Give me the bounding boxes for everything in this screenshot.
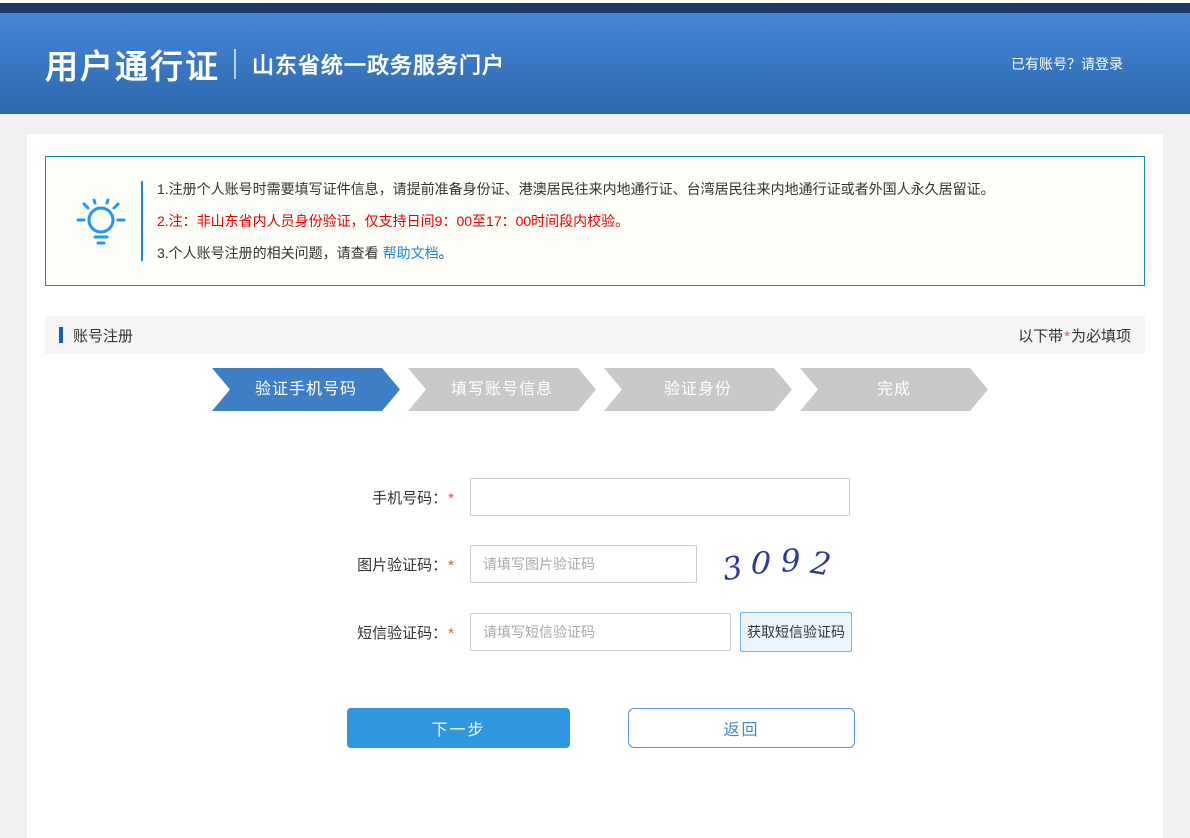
back-button[interactable]: 返回 — [628, 708, 855, 748]
phone-label-text: 手机号码： — [372, 490, 447, 507]
top-navy-bar — [0, 3, 1190, 13]
portal-title: 山东省统一政务服务门户 — [252, 48, 505, 80]
step-verify-phone: 验证手机号码 — [212, 368, 400, 411]
sms-code-label: 短信验证码：* — [27, 622, 455, 643]
image-code-row: 图片验证码：* 3092 — [27, 545, 1163, 583]
notice-line-3-text: 3.个人账号注册的相关问题，请查看 — [157, 245, 383, 261]
image-code-required-star: * — [448, 557, 454, 574]
step-complete: 完成 — [800, 368, 988, 411]
image-code-label: 图片验证码：* — [27, 554, 455, 575]
section-marker — [59, 327, 63, 343]
sms-code-required-star: * — [448, 625, 454, 642]
lightbulb-icon — [61, 193, 141, 249]
required-note-star: * — [1064, 328, 1070, 345]
required-note-suffix: 为必填项 — [1071, 328, 1131, 345]
sms-code-label-text: 短信验证码： — [357, 625, 447, 642]
login-link[interactable]: 已有账号？请登录 — [1011, 54, 1123, 74]
captcha-image[interactable]: 3092 — [713, 546, 849, 582]
content-card: 1.注册个人账号时需要填写证件信息，请提前准备身份证、港澳居民往来内地通行证、台… — [27, 134, 1163, 838]
notice-line-2: 2.注：非山东省内人员身份验证，仅支持日间9：00至17：00时间段内校验。 — [157, 205, 995, 237]
required-note: 以下带*为必填项 — [1018, 325, 1131, 346]
header: 用户通行证 山东省统一政务服务门户 已有账号？请登录 — [0, 13, 1190, 114]
help-doc-link[interactable]: 帮助文档 — [383, 245, 439, 261]
notice-line-3-period: 。 — [439, 245, 453, 261]
notice-box: 1.注册个人账号时需要填写证件信息，请提前准备身份证、港澳居民往来内地通行证、台… — [45, 156, 1145, 286]
section-title-group: 账号注册 — [59, 325, 133, 346]
next-step-button[interactable]: 下一步 — [347, 708, 570, 748]
get-sms-code-button[interactable]: 获取短信验证码 — [740, 612, 852, 652]
page: 用户通行证 山东省统一政务服务门户 已有账号？请登录 — [0, 0, 1190, 838]
required-note-prefix: 以下带 — [1018, 328, 1063, 345]
image-code-label-text: 图片验证码： — [357, 557, 447, 574]
form-actions: 下一步 返回 — [27, 708, 1163, 748]
notice-text: 1.注册个人账号时需要填写证件信息，请提前准备身份证、港澳居民往来内地通行证、台… — [157, 173, 995, 269]
sms-code-row: 短信验证码：* 获取短信验证码 — [27, 612, 1163, 652]
header-gap — [0, 114, 1190, 134]
notice-line-3: 3.个人账号注册的相关问题，请查看 帮助文档。 — [157, 237, 995, 269]
brand-divider — [234, 49, 236, 79]
brand-title: 用户通行证 — [45, 40, 220, 88]
notice-line-1: 1.注册个人账号时需要填写证件信息，请提前准备身份证、港澳居民往来内地通行证、台… — [157, 173, 995, 205]
step-verify-identity: 验证身份 — [604, 368, 792, 411]
image-code-input[interactable] — [470, 545, 697, 583]
section-header: 账号注册 以下带*为必填项 — [45, 316, 1145, 354]
phone-label: 手机号码：* — [27, 487, 455, 508]
step-wizard: 验证手机号码 填写账号信息 验证身份 完成 — [27, 368, 1163, 411]
phone-required-star: * — [448, 490, 454, 507]
section-title: 账号注册 — [73, 325, 133, 346]
phone-row: 手机号码：* — [27, 478, 1163, 516]
phone-input[interactable] — [470, 478, 850, 516]
sms-code-input[interactable] — [470, 613, 731, 651]
register-form: 手机号码：* 图片验证码：* 3092 短信验证码：* 获取短信验证码 下一步 … — [27, 478, 1163, 748]
notice-divider — [141, 181, 143, 261]
step-account-info: 填写账号信息 — [408, 368, 596, 411]
